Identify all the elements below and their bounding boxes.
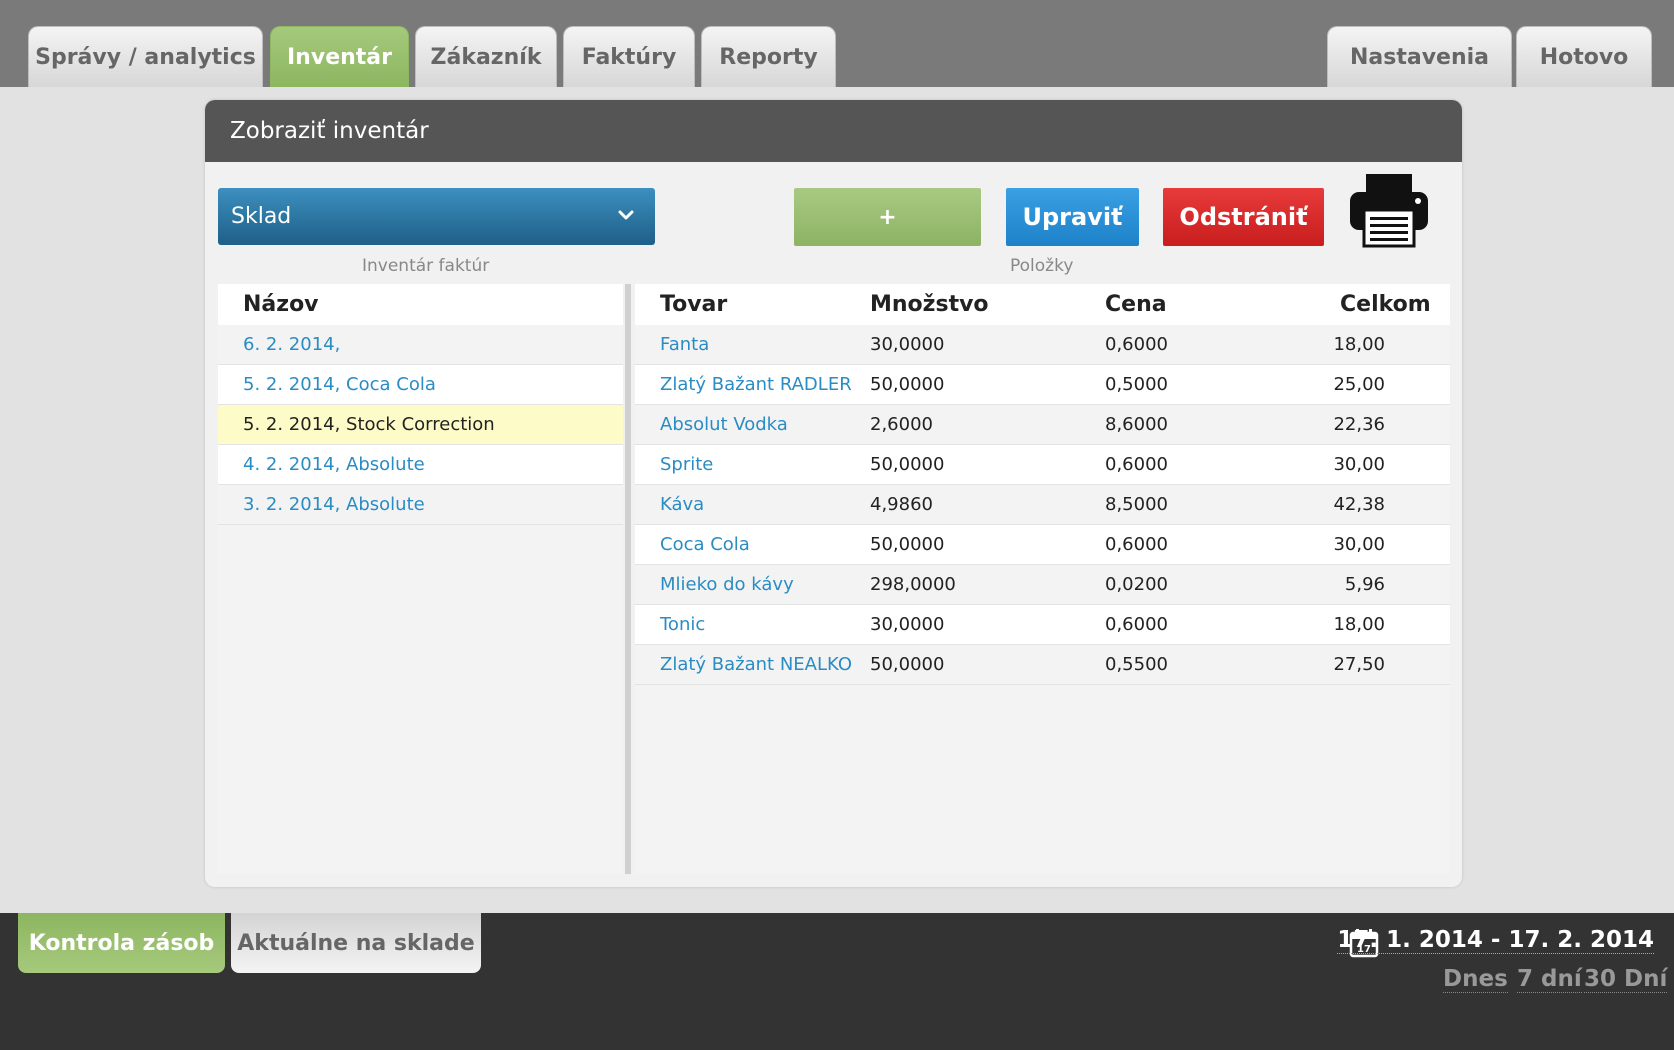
invoice-row-label[interactable]: 3. 2. 2014, Absolute: [218, 494, 425, 515]
item-price: 0,6000: [1105, 614, 1168, 635]
warehouse-select-value: Sklad: [231, 204, 292, 229]
item-quantity: 50,0000: [870, 654, 945, 675]
table-row[interactable]: Absolut Vodka 2,6000 8,6000 22,36: [635, 405, 1450, 445]
top-tab-bar: Správy / analytics Inventár Zákazník Fak…: [0, 0, 1674, 87]
column-header-nazov: Názov: [243, 292, 319, 317]
item-quantity: 50,0000: [870, 534, 945, 555]
table-row[interactable]: Tonic 30,0000 0,6000 18,00: [635, 605, 1450, 645]
invoice-row-selected[interactable]: 5. 2. 2014, Stock Correction: [218, 405, 623, 445]
bottom-bar: Kontrola zásob Aktuálne na sklade 17 17.…: [0, 913, 1674, 1050]
item-price: 0,6000: [1105, 534, 1168, 555]
invoice-row-label[interactable]: 5. 2. 2014, Coca Cola: [218, 374, 436, 395]
item-quantity: 30,0000: [870, 334, 945, 355]
item-name[interactable]: Zlatý Bažant NEALKO: [660, 654, 852, 675]
item-quantity: 30,0000: [870, 614, 945, 635]
table-row[interactable]: Coca Cola 50,0000 0,6000 30,00: [635, 525, 1450, 565]
item-total: 30,00: [1333, 454, 1385, 475]
item-quantity: 2,6000: [870, 414, 933, 435]
item-price: 0,5000: [1105, 374, 1168, 395]
item-name[interactable]: Mlieko do kávy: [660, 574, 794, 595]
item-name[interactable]: Zlatý Bažant RADLER: [660, 374, 852, 395]
item-price: 8,5000: [1105, 494, 1168, 515]
item-name[interactable]: Sprite: [660, 454, 713, 475]
invoice-list: Názov 6. 2. 2014, 5. 2. 2014, Coca Cola …: [218, 284, 623, 874]
invoice-row[interactable]: 5. 2. 2014, Coca Cola: [218, 365, 623, 405]
item-total: 25,00: [1333, 374, 1385, 395]
invoices-caption: Inventár faktúr: [362, 256, 490, 276]
column-header-celkom: Celkom: [1340, 292, 1431, 317]
printer-icon[interactable]: [1348, 172, 1430, 248]
table-row[interactable]: Zlatý Bažant RADLER 50,0000 0,5000 25,00: [635, 365, 1450, 405]
column-header-mnozstvo: Množstvo: [870, 292, 989, 317]
items-table: Tovar Množstvo Cena Celkom Fanta 30,0000 0…: [635, 284, 1450, 874]
invoice-row[interactable]: 3. 2. 2014, Absolute: [218, 485, 623, 525]
chevron-down-icon: [618, 210, 634, 220]
tab-inventar[interactable]: Inventár: [270, 26, 409, 87]
inventory-panel: Zobraziť inventár Sklad Inventár faktúr …: [205, 100, 1462, 887]
item-name[interactable]: Káva: [660, 494, 704, 515]
item-total: 30,00: [1333, 534, 1385, 555]
add-button[interactable]: +: [794, 188, 981, 246]
tab-zakaznik[interactable]: Zákazník: [415, 26, 557, 87]
table-row[interactable]: Káva 4,9860 8,5000 42,38: [635, 485, 1450, 525]
invoice-row-label[interactable]: 6. 2. 2014,: [218, 334, 340, 355]
item-price: 0,6000: [1105, 334, 1168, 355]
item-total: 22,36: [1333, 414, 1385, 435]
item-total: 42,38: [1333, 494, 1385, 515]
date-range[interactable]: 17. 1. 2014 - 17. 2. 2014: [1337, 927, 1654, 954]
invoice-row[interactable]: 6. 2. 2014,: [218, 325, 623, 365]
table-row[interactable]: Zlatý Bažant NEALKO 50,0000 0,5500 27,50: [635, 645, 1450, 685]
tab-reporty[interactable]: Reporty: [701, 26, 836, 87]
item-quantity: 298,0000: [870, 574, 956, 595]
items-table-header: Tovar Množstvo Cena Celkom: [635, 284, 1450, 325]
edit-button[interactable]: Upraviť: [1006, 188, 1139, 246]
column-header-cena: Cena: [1105, 292, 1167, 317]
table-row[interactable]: Mlieko do kávy 298,0000 0,0200 5,96: [635, 565, 1450, 605]
quick-range-30-days[interactable]: 30 Dní: [1584, 966, 1668, 993]
tab-faktury[interactable]: Faktúry: [563, 26, 695, 87]
tab-nastavenia[interactable]: Nastavenia: [1327, 26, 1512, 87]
item-total: 18,00: [1333, 334, 1385, 355]
item-name[interactable]: Coca Cola: [660, 534, 750, 555]
delete-button[interactable]: Odstrániť: [1163, 188, 1324, 246]
panel-title: Zobraziť inventár: [205, 100, 1462, 162]
invoice-row[interactable]: 4. 2. 2014, Absolute: [218, 445, 623, 485]
quick-range-7-days[interactable]: 7 dní: [1517, 966, 1582, 993]
item-price: 0,5500: [1105, 654, 1168, 675]
item-price: 8,6000: [1105, 414, 1168, 435]
invoice-list-header: Názov: [218, 284, 623, 325]
invoice-row-label[interactable]: 5. 2. 2014, Stock Correction: [218, 414, 495, 435]
list-divider[interactable]: [625, 284, 631, 874]
warehouse-select[interactable]: Sklad: [218, 188, 655, 245]
column-header-tovar: Tovar: [660, 292, 728, 317]
tab-spravy-analytics[interactable]: Správy / analytics: [28, 26, 263, 87]
tab-hotovo[interactable]: Hotovo: [1516, 26, 1652, 87]
item-name[interactable]: Tonic: [660, 614, 705, 635]
quick-range-today[interactable]: Dnes: [1443, 966, 1508, 993]
item-name[interactable]: Fanta: [660, 334, 709, 355]
items-caption: Položky: [1010, 256, 1074, 276]
item-quantity: 50,0000: [870, 374, 945, 395]
table-row[interactable]: Sprite 50,0000 0,6000 30,00: [635, 445, 1450, 485]
item-name[interactable]: Absolut Vodka: [660, 414, 788, 435]
item-price: 0,0200: [1105, 574, 1168, 595]
item-quantity: 50,0000: [870, 454, 945, 475]
invoice-row-label[interactable]: 4. 2. 2014, Absolute: [218, 454, 425, 475]
item-quantity: 4,9860: [870, 494, 933, 515]
tab-kontrola-zasob[interactable]: Kontrola zásob: [18, 913, 225, 973]
tab-aktualne-na-sklade[interactable]: Aktuálne na sklade: [231, 913, 481, 973]
item-total: 27,50: [1333, 654, 1385, 675]
table-row[interactable]: Fanta 30,0000 0,6000 18,00: [635, 325, 1450, 365]
item-total: 18,00: [1333, 614, 1385, 635]
item-total: 5,96: [1344, 574, 1385, 595]
item-price: 0,6000: [1105, 454, 1168, 475]
